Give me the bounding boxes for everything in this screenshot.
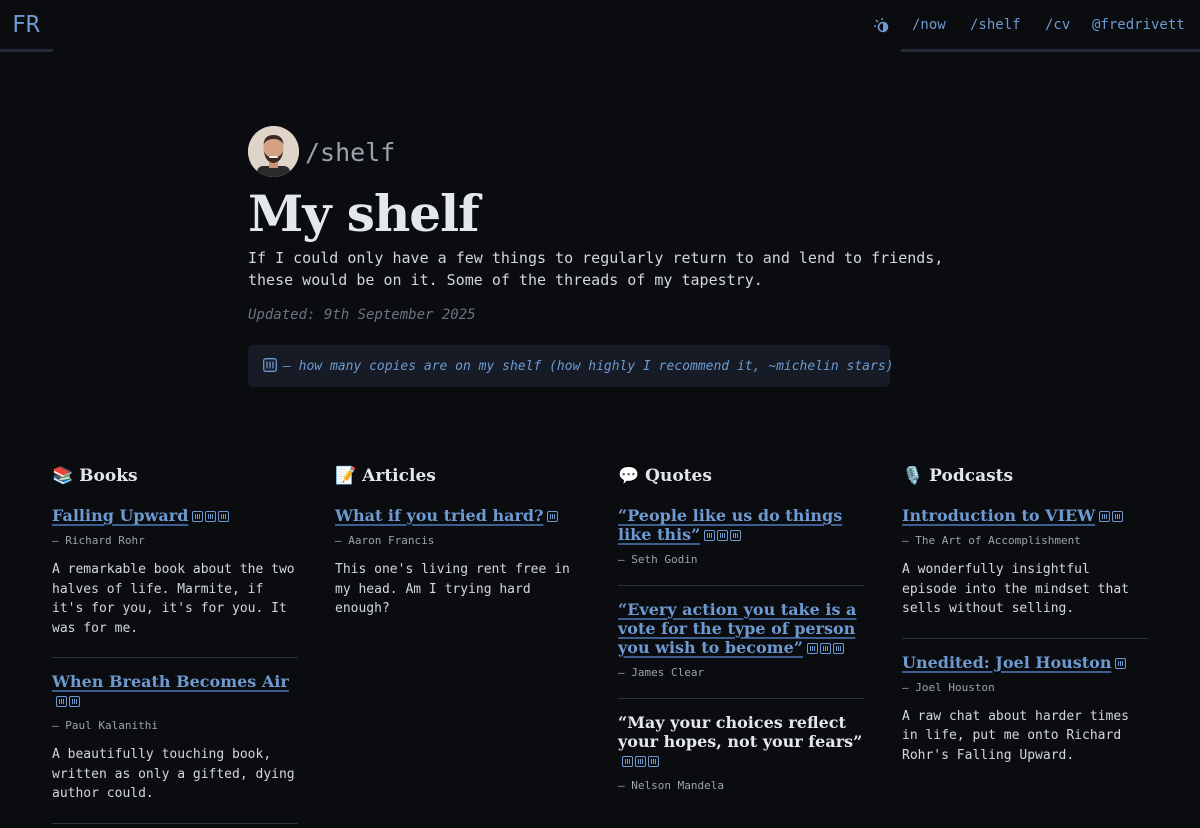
shelf-copy-icon xyxy=(704,530,716,541)
shelf-copy-icon xyxy=(635,756,646,767)
item-author: – Nelson Mandela xyxy=(618,779,724,792)
quotes-heading: 💬 Quotes xyxy=(618,466,864,492)
shelf-copy-icon xyxy=(263,358,277,372)
shelf-copy-icon xyxy=(806,643,818,654)
item-note: A remarkable book about the two halves o… xyxy=(52,562,295,636)
articles-heading-label: Articles xyxy=(362,466,436,486)
page: FR /now /shelf /cv @fredrivett /shelf My… xyxy=(0,0,1200,828)
books-heading-label: Books xyxy=(79,466,138,486)
item-author: – Aaron Francis xyxy=(335,534,435,547)
list-item: Falling Upward – Richard Rohr A remarkab… xyxy=(52,492,298,658)
shelf-copy-icon xyxy=(56,696,67,707)
item-title: “May your choices reflect your hopes, no… xyxy=(618,713,863,751)
copies-rating xyxy=(192,507,231,526)
podcasts-heading: 🎙️ Podcasts xyxy=(902,466,1148,492)
copies-rating xyxy=(1099,507,1125,526)
shelf-copy-icon xyxy=(205,511,217,522)
item-title-link[interactable]: Unedited: Joel Houston xyxy=(902,653,1111,672)
articles-heading: 📝 Articles xyxy=(335,466,581,492)
updated-date: Updated: 9th September 2025 xyxy=(248,307,476,323)
shelf-copy-icon xyxy=(547,511,559,522)
list-item: “May your choices reflect your hopes, no… xyxy=(618,699,864,811)
quotes-icon: 💬 xyxy=(618,466,640,486)
podcasts-column: 🎙️ Podcasts Introduction to VIEW – The Ar… xyxy=(902,466,1148,784)
legend-text: – how many copies are on my shelf (how h… xyxy=(283,359,894,374)
copies-rating xyxy=(622,752,661,771)
books-heading: 📚 Books xyxy=(52,466,298,492)
item-author: – Richard Rohr xyxy=(52,534,145,547)
item-title-link[interactable]: When Breath Becomes Air xyxy=(52,672,289,691)
item-title-link[interactable]: Introduction to VIEW xyxy=(902,506,1095,525)
shelf-copy-icon xyxy=(832,643,844,654)
avatar xyxy=(248,126,299,177)
item-author: – The Art of Accomplishment xyxy=(902,534,1081,547)
articles-icon: 📝 xyxy=(335,466,357,486)
list-item: “Every action you take is a vote for the… xyxy=(618,586,864,699)
list-item: When Breath Becomes Air – Paul Kalanithi… xyxy=(52,658,298,824)
list-item: What if you tried hard? – Aaron Francis … xyxy=(335,492,581,638)
copies-rating xyxy=(704,526,743,545)
page-description: If I could only have a few things to reg… xyxy=(248,249,944,289)
shelf-copy-icon xyxy=(192,511,204,522)
shelf-copy-icon xyxy=(218,511,230,522)
quotes-column: 💬 Quotes “People like us do things like t… xyxy=(618,466,864,811)
podcasts-heading-label: Podcasts xyxy=(929,466,1014,486)
item-note: This one's living rent free in my head. … xyxy=(335,562,570,616)
shelf-copy-icon xyxy=(1099,511,1111,522)
shelf-copy-icon xyxy=(648,756,659,767)
nav-underline xyxy=(901,0,1200,52)
copies-rating xyxy=(56,692,82,711)
books-icon: 📚 xyxy=(52,466,74,486)
item-note: A raw chat about harder times in life, p… xyxy=(902,708,1129,763)
copies-rating xyxy=(1115,654,1128,673)
list-item: Introduction to VIEW – The Art of Accomp… xyxy=(902,492,1148,639)
copies-rating xyxy=(806,639,846,658)
item-author: – Joel Houston xyxy=(902,680,995,694)
avatar-portrait-icon xyxy=(248,126,299,177)
podcasts-icon: 🎙️ xyxy=(902,466,924,486)
item-author: – Paul Kalanithi xyxy=(52,719,158,732)
breadcrumb: /shelf xyxy=(305,138,396,167)
item-note: A wonderfully insightful episode into th… xyxy=(902,562,1129,616)
shelf-copy-icon xyxy=(622,756,633,767)
item-title-link[interactable]: What if you tried hard? xyxy=(335,506,543,525)
books-column: 📚 Books Falling Upward – Richard Rohr A r… xyxy=(52,466,298,824)
shelf-copy-icon xyxy=(730,530,742,541)
quotes-heading-label: Quotes xyxy=(645,466,712,486)
shelf-copy-icon xyxy=(69,696,80,707)
articles-column: 📝 Articles What if you tried hard? – Aaro… xyxy=(335,466,581,638)
item-author: – Seth Godin xyxy=(618,553,698,566)
list-item: “People like us do things like this” – S… xyxy=(618,492,864,586)
shelf-copy-icon xyxy=(1115,657,1127,669)
copies-rating xyxy=(547,507,560,526)
list-item: Unedited: Joel Houston – Joel Houston A … xyxy=(902,639,1148,785)
shelf-copy-icon xyxy=(717,530,729,541)
item-title-link[interactable]: Falling Upward xyxy=(52,506,188,525)
item-author: – James Clear xyxy=(618,666,705,679)
page-title: My shelf xyxy=(248,184,480,243)
shelf-copy-icon xyxy=(1112,511,1124,522)
copies-legend: – how many copies are on my shelf (how h… xyxy=(248,345,894,387)
item-note: A beautifully touching book, written as … xyxy=(52,747,295,801)
shelf-copy-icon xyxy=(819,643,831,654)
site-logo[interactable]: FR xyxy=(0,0,53,52)
theme-toggle-icon[interactable] xyxy=(873,17,891,35)
